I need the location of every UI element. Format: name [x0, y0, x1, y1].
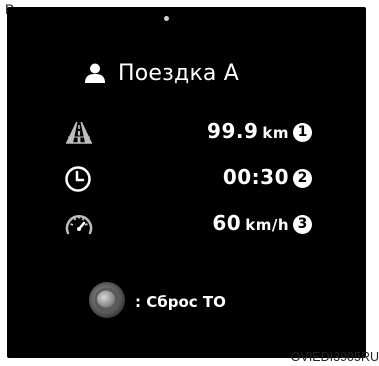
road-icon	[64, 119, 94, 149]
distance-row: 99.9 km 1	[7, 117, 366, 153]
figure-code: OVIEDI3905RU	[290, 350, 379, 364]
distance-unit: km	[262, 124, 289, 142]
callout-badge-1: 1	[293, 123, 312, 142]
user-icon	[84, 62, 106, 84]
speed-unit: km/h	[245, 216, 289, 234]
speed-row: 60 km/h 3	[7, 209, 366, 245]
callout-badge-3: 3	[293, 215, 312, 234]
distance-value: 99.9 km	[207, 119, 289, 143]
time-value: 00:30	[223, 165, 289, 189]
trip-title: Поездка A	[84, 57, 239, 89]
speed-number: 60	[212, 211, 242, 235]
reset-label: : Сброс ТО	[135, 293, 226, 311]
time-number: 00:30	[222, 165, 289, 189]
speedometer-icon	[64, 211, 94, 243]
time-row: 00:30 2	[7, 163, 366, 199]
round-button-icon	[87, 280, 127, 324]
trip-title-text: Поездка A	[118, 60, 240, 86]
page-indicator-dot	[164, 16, 169, 21]
speed-value: 60 km/h	[212, 211, 289, 235]
cluster-display: Поездка A 99.9 km 1 00:30 2 60 km/h 3: …	[7, 7, 366, 358]
clock-icon	[64, 165, 92, 197]
distance-number: 99.9	[207, 119, 259, 143]
reset-hint: : Сброс ТО	[87, 282, 226, 322]
callout-badge-2: 2	[293, 169, 312, 188]
